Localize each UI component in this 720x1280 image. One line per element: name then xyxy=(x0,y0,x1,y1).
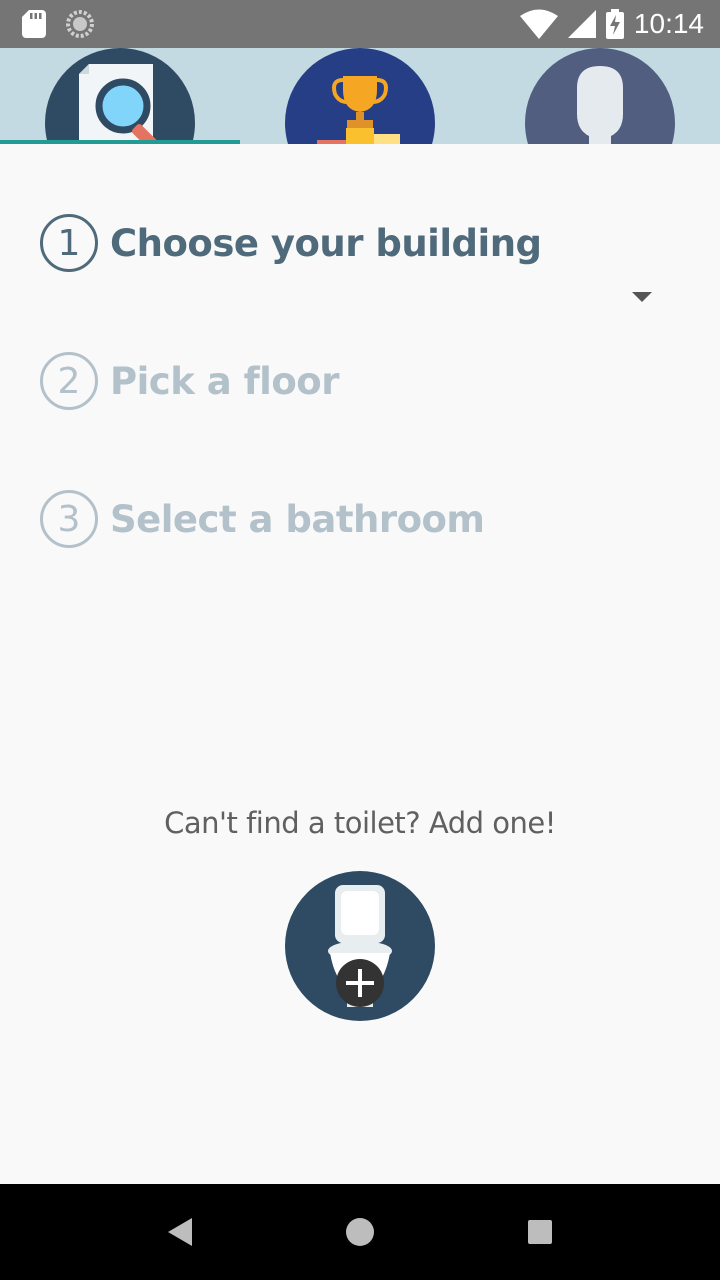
back-icon[interactable] xyxy=(160,1212,200,1252)
tab-search[interactable] xyxy=(0,48,240,144)
status-right: 10:14 xyxy=(519,6,704,42)
status-time: 10:14 xyxy=(633,8,704,39)
wifi-icon xyxy=(519,9,558,39)
chevron-down-icon xyxy=(632,292,652,302)
trophy-podium-icon xyxy=(285,48,435,144)
add-toilet-button[interactable] xyxy=(285,871,435,1021)
sync-icon xyxy=(66,10,94,38)
sd-card-icon xyxy=(22,10,46,38)
step-label: Pick a floor xyxy=(110,359,339,403)
system-nav-bar xyxy=(0,1184,720,1280)
search-document-icon xyxy=(45,48,195,144)
main-content: 1 Choose your building 2 Pick a floor 3 … xyxy=(0,144,720,1184)
recents-icon[interactable] xyxy=(520,1212,560,1252)
home-icon[interactable] xyxy=(340,1212,380,1252)
tab-profile[interactable] xyxy=(480,48,720,144)
toilet-add-icon xyxy=(328,885,392,1007)
step-number: 3 xyxy=(40,490,98,548)
building-dropdown[interactable] xyxy=(110,272,670,324)
step-label: Choose your building xyxy=(110,221,542,265)
status-bar: 10:14 xyxy=(0,0,720,48)
step-label: Select a bathroom xyxy=(110,497,485,541)
user-avatar-icon xyxy=(525,48,675,144)
status-left xyxy=(22,10,94,38)
tab-leaderboard[interactable] xyxy=(240,48,480,144)
step-select-bathroom: 3 Select a bathroom xyxy=(40,490,485,548)
step-number: 1 xyxy=(40,214,98,272)
step-choose-building: 1 Choose your building xyxy=(40,214,542,272)
signal-icon xyxy=(567,10,596,38)
step-pick-floor: 2 Pick a floor xyxy=(40,352,339,410)
tab-bar xyxy=(0,48,720,144)
step-number: 2 xyxy=(40,352,98,410)
battery-charging-icon xyxy=(605,9,624,39)
add-toilet-prompt: Can't find a toilet? Add one! xyxy=(164,806,556,840)
